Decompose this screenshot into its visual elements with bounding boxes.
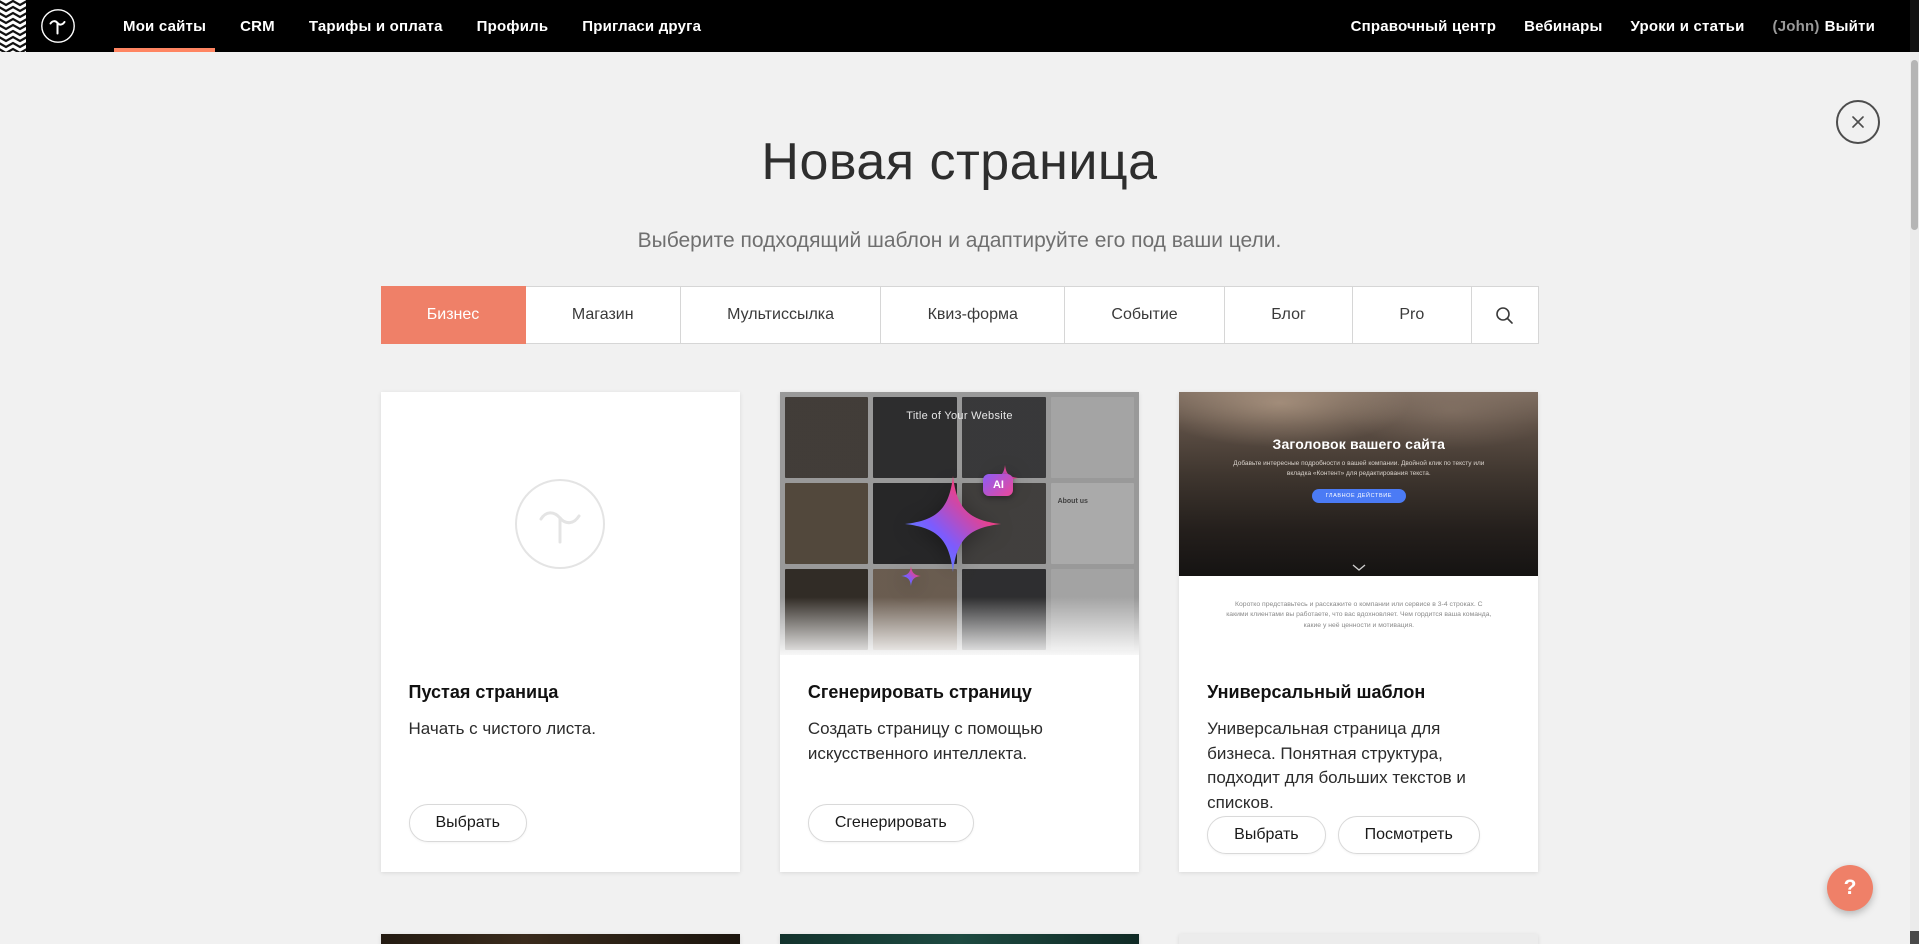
scrollbar[interactable] [1910, 0, 1919, 944]
card-title: Сгенерировать страницу [808, 682, 1111, 703]
scrollbar-down-arrow[interactable] [1910, 931, 1919, 944]
close-icon [1850, 114, 1866, 130]
tab-blog[interactable]: Блог [1225, 287, 1353, 343]
ai-badge: AI [983, 474, 1013, 496]
ai-preview: About us Title of Your Website [780, 392, 1139, 655]
tab-pro[interactable]: Pro [1353, 287, 1471, 343]
card-ai-generate[interactable]: About us Title of Your Website [780, 392, 1139, 872]
page-title: Новая страница [0, 134, 1919, 191]
next-templates-row [381, 934, 1539, 944]
search-icon [1495, 306, 1514, 325]
template-category-tabs: Бизнес Магазин Мультиссылка Квиз-форма С… [381, 286, 1539, 344]
template-body-text: Коротко представьтесь и расскажите о ком… [1226, 600, 1492, 632]
tab-quiz-form[interactable]: Квиз-форма [881, 287, 1065, 343]
close-button[interactable] [1836, 100, 1880, 144]
template-hero-button: ГЛАВНОЕ ДЕЙСТВИЕ [1312, 489, 1406, 503]
template-hero: Заголовок вашего сайта Добавьте интересн… [1179, 392, 1538, 576]
view-button[interactable]: Посмотреть [1338, 816, 1480, 854]
next-template-card-1[interactable] [381, 934, 740, 944]
tilda-watermark-icon [514, 478, 606, 570]
nav-item-invite-friend[interactable]: Пригласи друга [565, 0, 718, 52]
card-title: Пустая страница [409, 682, 712, 703]
tilda-logo[interactable] [40, 8, 76, 44]
zigzag-pattern [0, 0, 26, 52]
select-button[interactable]: Выбрать [1207, 816, 1325, 854]
scrollbar-top-cap [1910, 0, 1919, 52]
tab-business[interactable]: Бизнес [381, 286, 526, 344]
card-blank-page[interactable]: Пустая страница Начать с чистого листа. … [381, 392, 740, 872]
ai-sparkle-icon [849, 434, 1069, 614]
template-hero-subtitle: Добавьте интересные подробности о вашей … [1229, 459, 1488, 479]
card-universal-template[interactable]: Заголовок вашего сайта Добавьте интересн… [1179, 392, 1538, 872]
help-button[interactable]: ? [1827, 865, 1873, 911]
chevron-down-icon [1352, 564, 1366, 571]
card-description: Создать страницу с помощью искусственног… [808, 717, 1111, 766]
generate-button[interactable]: Сгенерировать [808, 804, 974, 842]
tab-multilink[interactable]: Мультиссылка [681, 287, 881, 343]
collage-title: Title of Your Website [780, 410, 1139, 422]
logout-label: Выйти [1825, 18, 1875, 35]
scrollbar-thumb[interactable] [1911, 60, 1918, 230]
nav-item-lessons[interactable]: Уроки и статьи [1617, 0, 1759, 52]
next-template-card-2[interactable] [780, 934, 1139, 944]
next-template-card-3[interactable] [1179, 934, 1538, 944]
nav-item-my-sites[interactable]: Мои сайты [106, 0, 223, 52]
nav-item-webinars[interactable]: Вебинары [1510, 0, 1616, 52]
new-page-dialog: Новая страница Выберите подходящий шабло… [0, 0, 1919, 944]
card-title: Универсальный шаблон [1207, 682, 1510, 703]
template-cards-row: Пустая страница Начать с чистого листа. … [381, 392, 1539, 872]
page-subtitle: Выберите подходящий шаблон и адаптируйте… [0, 229, 1919, 253]
main-menu: Мои сайты CRM Тарифы и оплата Профиль Пр… [106, 0, 718, 52]
nav-item-crm[interactable]: CRM [223, 0, 292, 52]
select-button[interactable]: Выбрать [409, 804, 527, 842]
user-name: (John) [1773, 18, 1820, 35]
nav-item-logout[interactable]: (John) Выйти [1759, 0, 1889, 52]
nav-item-profile[interactable]: Профиль [460, 0, 566, 52]
tab-search[interactable] [1472, 287, 1538, 343]
secondary-menu: Справочный центр Вебинары Уроки и статьи… [1337, 0, 1889, 52]
top-navbar: Мои сайты CRM Тарифы и оплата Профиль Пр… [0, 0, 1919, 52]
card-description: Начать с чистого листа. [409, 717, 712, 742]
tab-event[interactable]: Событие [1065, 287, 1225, 343]
nav-item-tariffs[interactable]: Тарифы и оплата [292, 0, 460, 52]
blank-page-preview [381, 392, 740, 655]
card-description: Универсальная страница для бизнеса. Поня… [1207, 717, 1510, 816]
nav-item-help-center[interactable]: Справочный центр [1337, 0, 1511, 52]
tab-shop[interactable]: Магазин [526, 287, 681, 343]
template-hero-title: Заголовок вашего сайта [1179, 392, 1538, 452]
universal-template-preview: Заголовок вашего сайта Добавьте интересн… [1179, 392, 1538, 655]
